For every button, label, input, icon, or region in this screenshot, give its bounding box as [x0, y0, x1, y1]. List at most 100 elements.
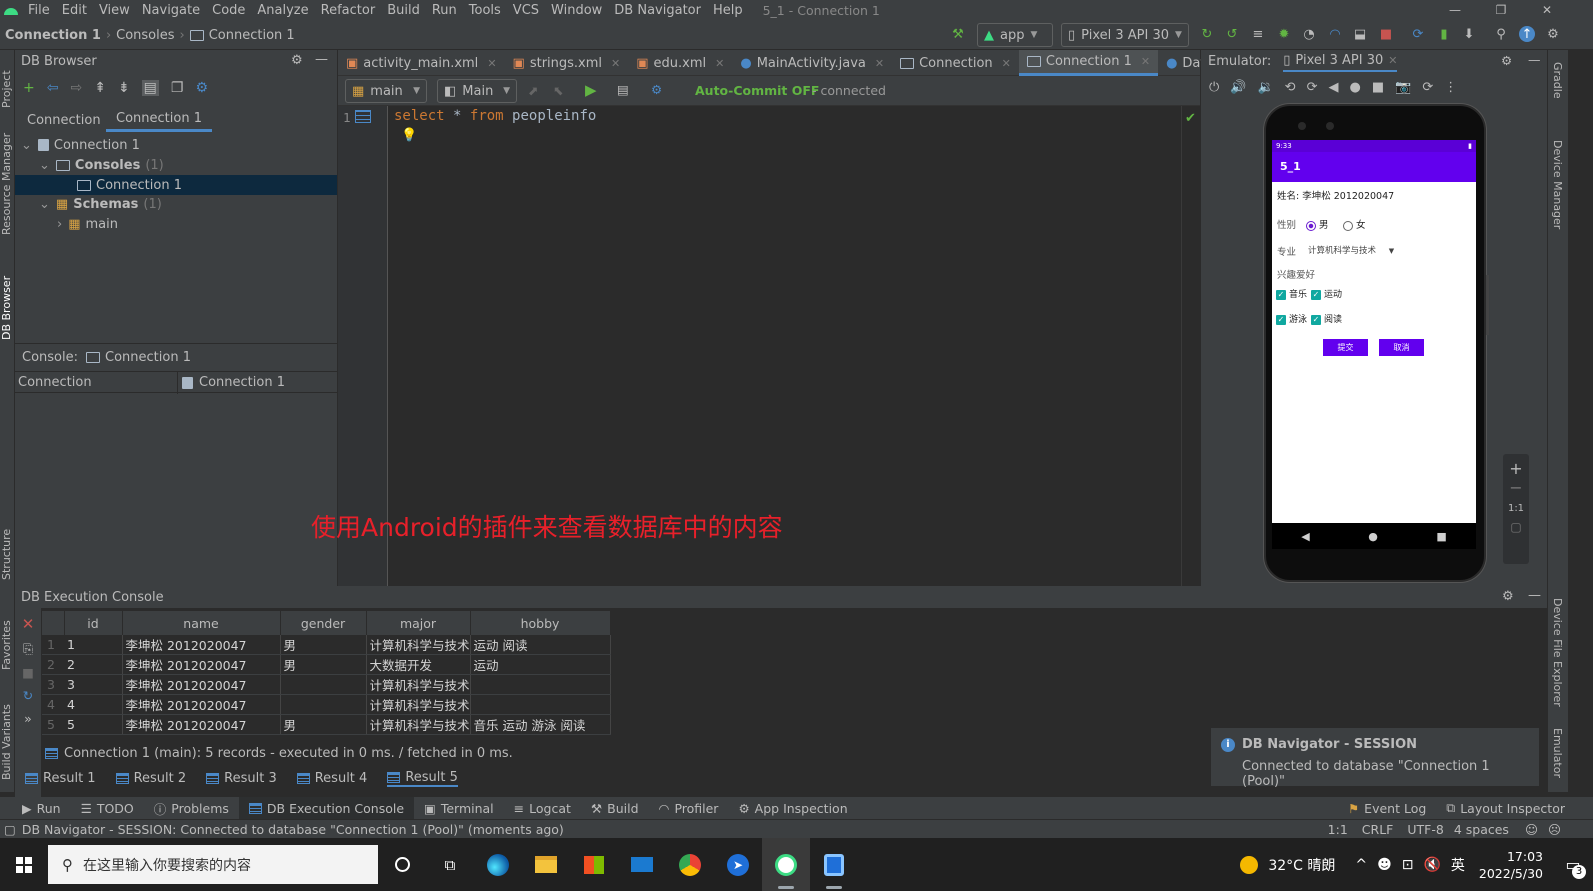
run-tests-icon[interactable]: ≡ [1250, 26, 1266, 42]
rotate-left-icon[interactable]: ⟲ [1285, 80, 1296, 95]
tool-db-execution-console[interactable]: DB Execution Console [238, 797, 415, 819]
tool-gradle[interactable]: Gradle [1551, 62, 1564, 99]
feishu-icon[interactable]: ➤ [714, 838, 762, 891]
submit-button[interactable]: 提交 [1323, 339, 1368, 356]
expand-all-icon[interactable]: ⇞ [94, 80, 106, 96]
reload-icon[interactable]: ↻ [15, 688, 41, 703]
stop-icon[interactable]: ■ [15, 665, 41, 680]
cell-name[interactable]: 李坤松 2012020047 [122, 694, 281, 715]
chrome-icon[interactable] [666, 838, 714, 891]
tool-build-variants[interactable]: Build Variants [0, 704, 13, 780]
rotate-right-icon[interactable]: ⟳ [1307, 80, 1318, 95]
phone-screen[interactable]: 9:33 ▮ 5_1 姓名: 李坤松 2012020047 性别 男 女 专业 … [1272, 140, 1476, 523]
back-icon[interactable]: ◀ [1328, 80, 1338, 95]
tool-resource-manager[interactable]: Resource Manager [0, 133, 13, 235]
tree-schemas[interactable]: ⌄ ▦ Schemas (1) [39, 194, 162, 214]
nav-home-icon[interactable]: ● [1368, 530, 1378, 543]
query-icon[interactable]: ⎘ [15, 641, 41, 657]
menu-code[interactable]: Code [206, 3, 251, 18]
cancel-button[interactable]: 取消 [1379, 339, 1424, 356]
settings-icon[interactable]: ⚙ [1545, 26, 1561, 42]
tool-event-log[interactable]: ⚑ Event Log [1338, 797, 1436, 819]
gear-icon[interactable]: ⚙ [291, 53, 303, 68]
major-spinner[interactable]: 计算机科学与技术 ▼ [1308, 244, 1394, 256]
caret-position[interactable]: 1:1 [1328, 822, 1348, 837]
menu-view[interactable]: View [93, 3, 136, 18]
collapse-all-icon[interactable]: ⇟ [118, 80, 130, 96]
commit-icon[interactable]: ⬈ [528, 83, 538, 98]
add-connection-icon[interactable]: + [23, 80, 35, 96]
tree-connection[interactable]: ⌄ Connection 1 [21, 135, 140, 155]
breadcrumb-consoles[interactable]: Consoles [116, 28, 174, 43]
menu-build[interactable]: Build [381, 3, 426, 18]
memory-indicator-icon[interactable]: ☹ [1548, 822, 1561, 837]
cell-major[interactable]: 大数据开发 [366, 654, 471, 675]
edge-icon[interactable] [474, 838, 522, 891]
close-window-icon[interactable]: ✕ [1524, 0, 1570, 20]
ime-indicator[interactable]: 英 [1451, 855, 1465, 875]
chevron-up-icon[interactable]: ^ [1355, 857, 1367, 873]
user-icon[interactable]: ☻ [1377, 857, 1392, 873]
cell-major[interactable]: 计算机科学与技术 [366, 714, 471, 735]
cell-hobby[interactable]: 运动 [470, 654, 611, 675]
execute-statement-icon[interactable]: ▶ [585, 81, 597, 99]
cell-id[interactable]: 2 [64, 654, 123, 675]
network-icon[interactable]: ⊡ [1402, 857, 1414, 873]
cell-major[interactable]: 计算机科学与技术 [366, 694, 471, 715]
breadcrumb-console[interactable]: Connection 1 [209, 28, 295, 43]
tool-terminal[interactable]: ▣ Terminal [414, 797, 504, 819]
close-result-icon[interactable]: ✕ [15, 615, 41, 633]
task-view-icon[interactable]: ⧉ [426, 838, 474, 891]
checkbox-sport[interactable]: ✓ 运动 [1311, 287, 1342, 300]
code-line-1[interactable]: select * from peopleinfo [394, 108, 596, 124]
gear-icon[interactable]: ⚙ [1501, 53, 1512, 68]
column-header[interactable]: hobby [470, 611, 611, 635]
windows-start-button[interactable] [0, 838, 48, 891]
table-row[interactable]: 4 4 李坤松 2012020047 计算机科学与技术 [42, 694, 611, 715]
sync-gradle-icon[interactable]: ⟳ [1410, 26, 1426, 42]
tab-result-1[interactable]: Result 1 [25, 770, 96, 787]
volume-up-icon[interactable]: 🔊 [1230, 80, 1246, 95]
tab-connection-1[interactable]: Connection 1 [106, 108, 212, 132]
cell-hobby[interactable]: 音乐 运动 游泳 阅读 [470, 714, 611, 735]
checkbox-read[interactable]: ✓ 阅读 [1311, 312, 1342, 325]
restore-icon[interactable]: ❐ [1478, 0, 1524, 20]
tab-connection[interactable]: Connection [17, 108, 111, 132]
notification-balloon[interactable]: i DB Navigator - SESSION Connected to da… [1210, 727, 1540, 789]
inspector-face-icon[interactable]: ☺ [1525, 822, 1538, 837]
menu-refactor[interactable]: Refactor [315, 3, 382, 18]
fit-screen-icon[interactable]: ▢ [1503, 520, 1529, 534]
lightbulb-icon[interactable]: 💡 [401, 128, 417, 143]
zoom-out-icon[interactable]: − [1503, 478, 1529, 497]
cell-gender[interactable] [280, 694, 367, 715]
tool-run[interactable]: ▶ Run [12, 797, 71, 819]
table-row[interactable]: 2 2 李坤松 2012020047 男 大数据开发 运动 [42, 654, 611, 675]
taskbar-search-box[interactable]: ⚲ 在这里输入你要搜索的内容 [48, 845, 378, 884]
overview-icon[interactable]: ■ [1372, 80, 1384, 95]
menu-vcs[interactable]: VCS [507, 3, 545, 18]
hide-panel-icon[interactable]: — [1528, 52, 1541, 67]
cell-gender[interactable]: 男 [280, 714, 367, 735]
line-separator[interactable]: CRLF [1362, 822, 1394, 837]
tree-schema-main[interactable]: › ▦ main [57, 214, 118, 234]
cell-name[interactable]: 李坤松 2012020047 [122, 674, 281, 695]
tab-result-2[interactable]: Result 2 [115, 770, 186, 787]
tool-logcat[interactable]: ≡ Logcat [504, 797, 581, 819]
tab-connection[interactable]: Connection ✕ [892, 50, 1019, 76]
schema-select[interactable]: ▦ main ▼ [345, 79, 427, 103]
cell-id[interactable]: 5 [64, 714, 123, 735]
tab-connection-1[interactable]: Connection 1 ✕ [1018, 50, 1159, 76]
android-studio-taskbar-icon[interactable] [762, 838, 810, 891]
tool-favorites[interactable]: Favorites [0, 620, 13, 670]
close-tab-icon[interactable]: ✕ [1002, 57, 1011, 70]
tool-db-browser[interactable]: DB Browser [0, 276, 13, 340]
screenshot-icon[interactable]: 📷 [1395, 80, 1411, 95]
power-icon[interactable]: ⏻ [1209, 80, 1219, 95]
tool-todo[interactable]: ☰ TODO [71, 797, 144, 819]
snapshot-icon[interactable]: ⟳ [1422, 80, 1433, 95]
run-config-select[interactable]: ▲ app ▼ [977, 23, 1053, 47]
tab-result-5[interactable]: Result 5 [387, 770, 458, 787]
autocommit-toggle[interactable]: Auto-Commit OFF [695, 83, 819, 98]
back-icon[interactable]: ⇦ [47, 80, 59, 96]
cell-hobby[interactable] [470, 674, 611, 695]
